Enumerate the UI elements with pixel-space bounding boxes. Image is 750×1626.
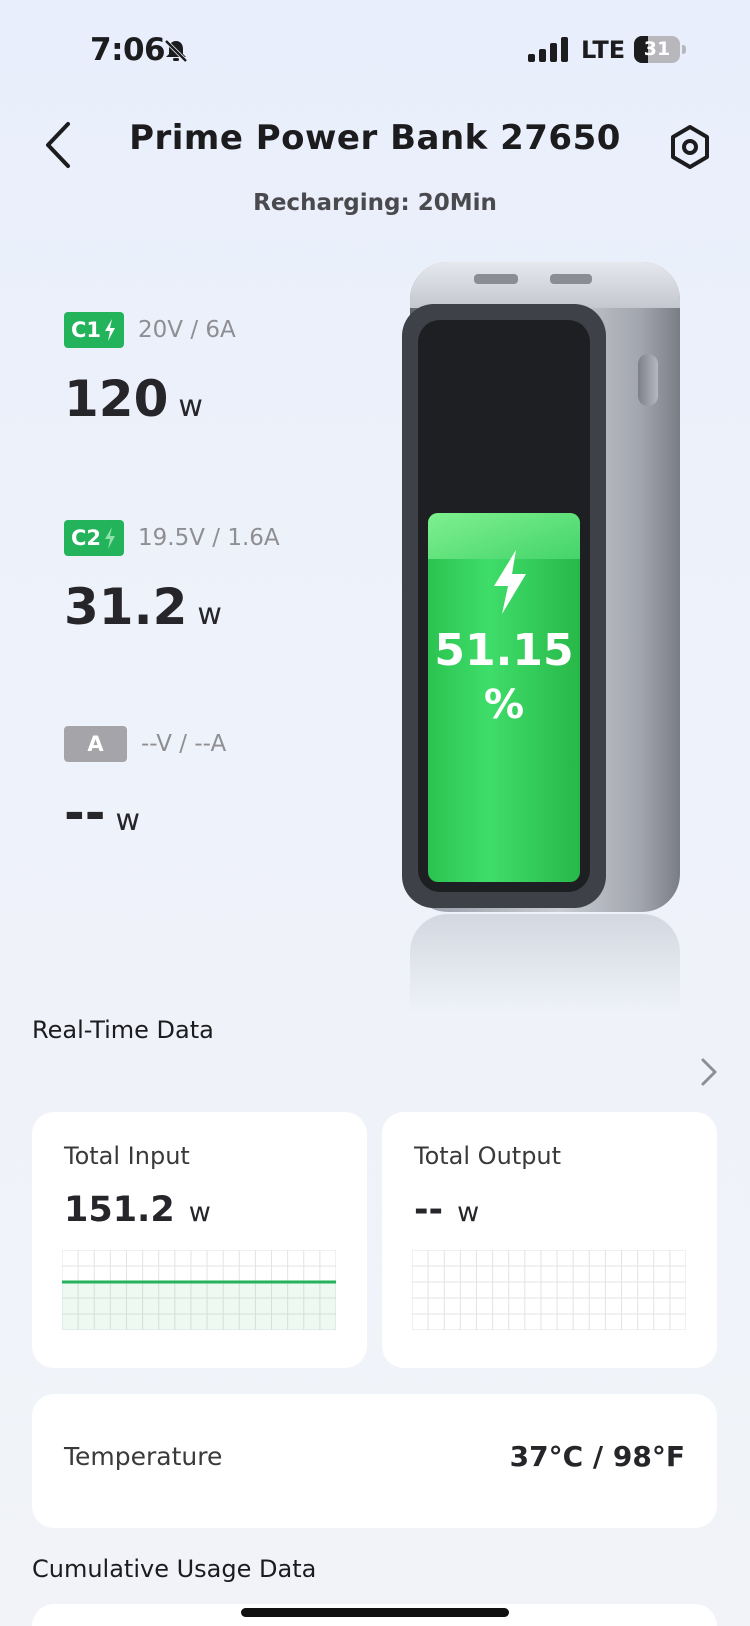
power-bank-illustration: 51.15 %	[400, 262, 690, 1014]
status-bar: 7:06 LTE 31	[0, 0, 750, 100]
lightning-bolt-icon	[494, 550, 526, 614]
bank-top	[410, 262, 680, 308]
charge-percent-unit: %	[483, 682, 525, 728]
total-input-unit: w	[188, 1197, 211, 1228]
temperature-value: 37°C / 98°F	[509, 1440, 685, 1473]
battery-icon: 31	[634, 36, 686, 63]
input-area	[62, 1282, 336, 1330]
total-output-value: --	[414, 1190, 444, 1230]
charge-percent-value: 51.15	[434, 625, 574, 676]
battery-percent: 31	[643, 38, 671, 60]
port-usb-a: A --V / --A -- w	[64, 726, 226, 842]
port-power-unit: w	[197, 597, 222, 632]
port-power-unit: w	[178, 389, 203, 424]
temperature-label: Temperature	[64, 1442, 223, 1471]
back-arrow-icon[interactable]	[40, 120, 76, 170]
port-spec: 20V / 6A	[138, 317, 236, 343]
port-power-value: 120	[64, 370, 169, 428]
port-badge-label: C2	[71, 526, 102, 550]
cumulative-section-title: Cumulative Usage Data	[32, 1555, 317, 1583]
port-badge-a: A	[64, 726, 127, 762]
lightning-icon	[105, 527, 116, 549]
port-power-unit: w	[115, 803, 141, 838]
total-output-unit: w	[457, 1197, 480, 1228]
bank-reflection	[410, 914, 680, 1014]
port-spec: 19.5V / 1.6A	[138, 525, 280, 551]
lightning-icon	[105, 319, 116, 341]
status-time: 7:06	[90, 32, 166, 68]
total-output-label: Total Output	[414, 1142, 562, 1170]
port-power-value: --	[64, 784, 106, 842]
total-input-card[interactable]: Total Input 151.2 w	[32, 1112, 367, 1368]
settings-hexagon-icon[interactable]	[668, 124, 712, 170]
port-spec: --V / --A	[141, 731, 227, 757]
port-badge-c1: C1	[64, 312, 125, 348]
port-power-value: 31.2	[64, 578, 188, 636]
bank-side-button	[638, 354, 658, 406]
total-input-value: 151.2	[64, 1190, 175, 1230]
chevron-right-icon[interactable]	[700, 1057, 718, 1087]
port-badge-label: A	[87, 732, 104, 756]
port-badge-c2: C2	[64, 520, 125, 556]
bell-muted-icon	[164, 39, 188, 63]
home-indicator[interactable]	[241, 1608, 509, 1617]
total-input-label: Total Input	[64, 1142, 190, 1170]
port-c1: C1 20V / 6A 120 w	[64, 312, 236, 428]
page-title: Prime Power Bank 27650	[129, 118, 621, 158]
port-badge-label: C1	[71, 318, 102, 342]
recharging-status: Recharging: 20Min	[253, 190, 497, 216]
port-c2: C2 19.5V / 1.6A 31.2 w	[64, 520, 280, 636]
cellular-signal-icon	[528, 37, 568, 62]
realtime-section-title: Real-Time Data	[32, 1016, 214, 1044]
total-input-chart	[62, 1250, 336, 1330]
bank-display-window: 51.15 %	[402, 304, 606, 908]
temperature-card: Temperature 37°C / 98°F	[32, 1394, 717, 1528]
total-output-chart	[412, 1250, 686, 1330]
total-output-card[interactable]: Total Output -- w	[382, 1112, 717, 1368]
network-type: LTE	[581, 36, 626, 64]
